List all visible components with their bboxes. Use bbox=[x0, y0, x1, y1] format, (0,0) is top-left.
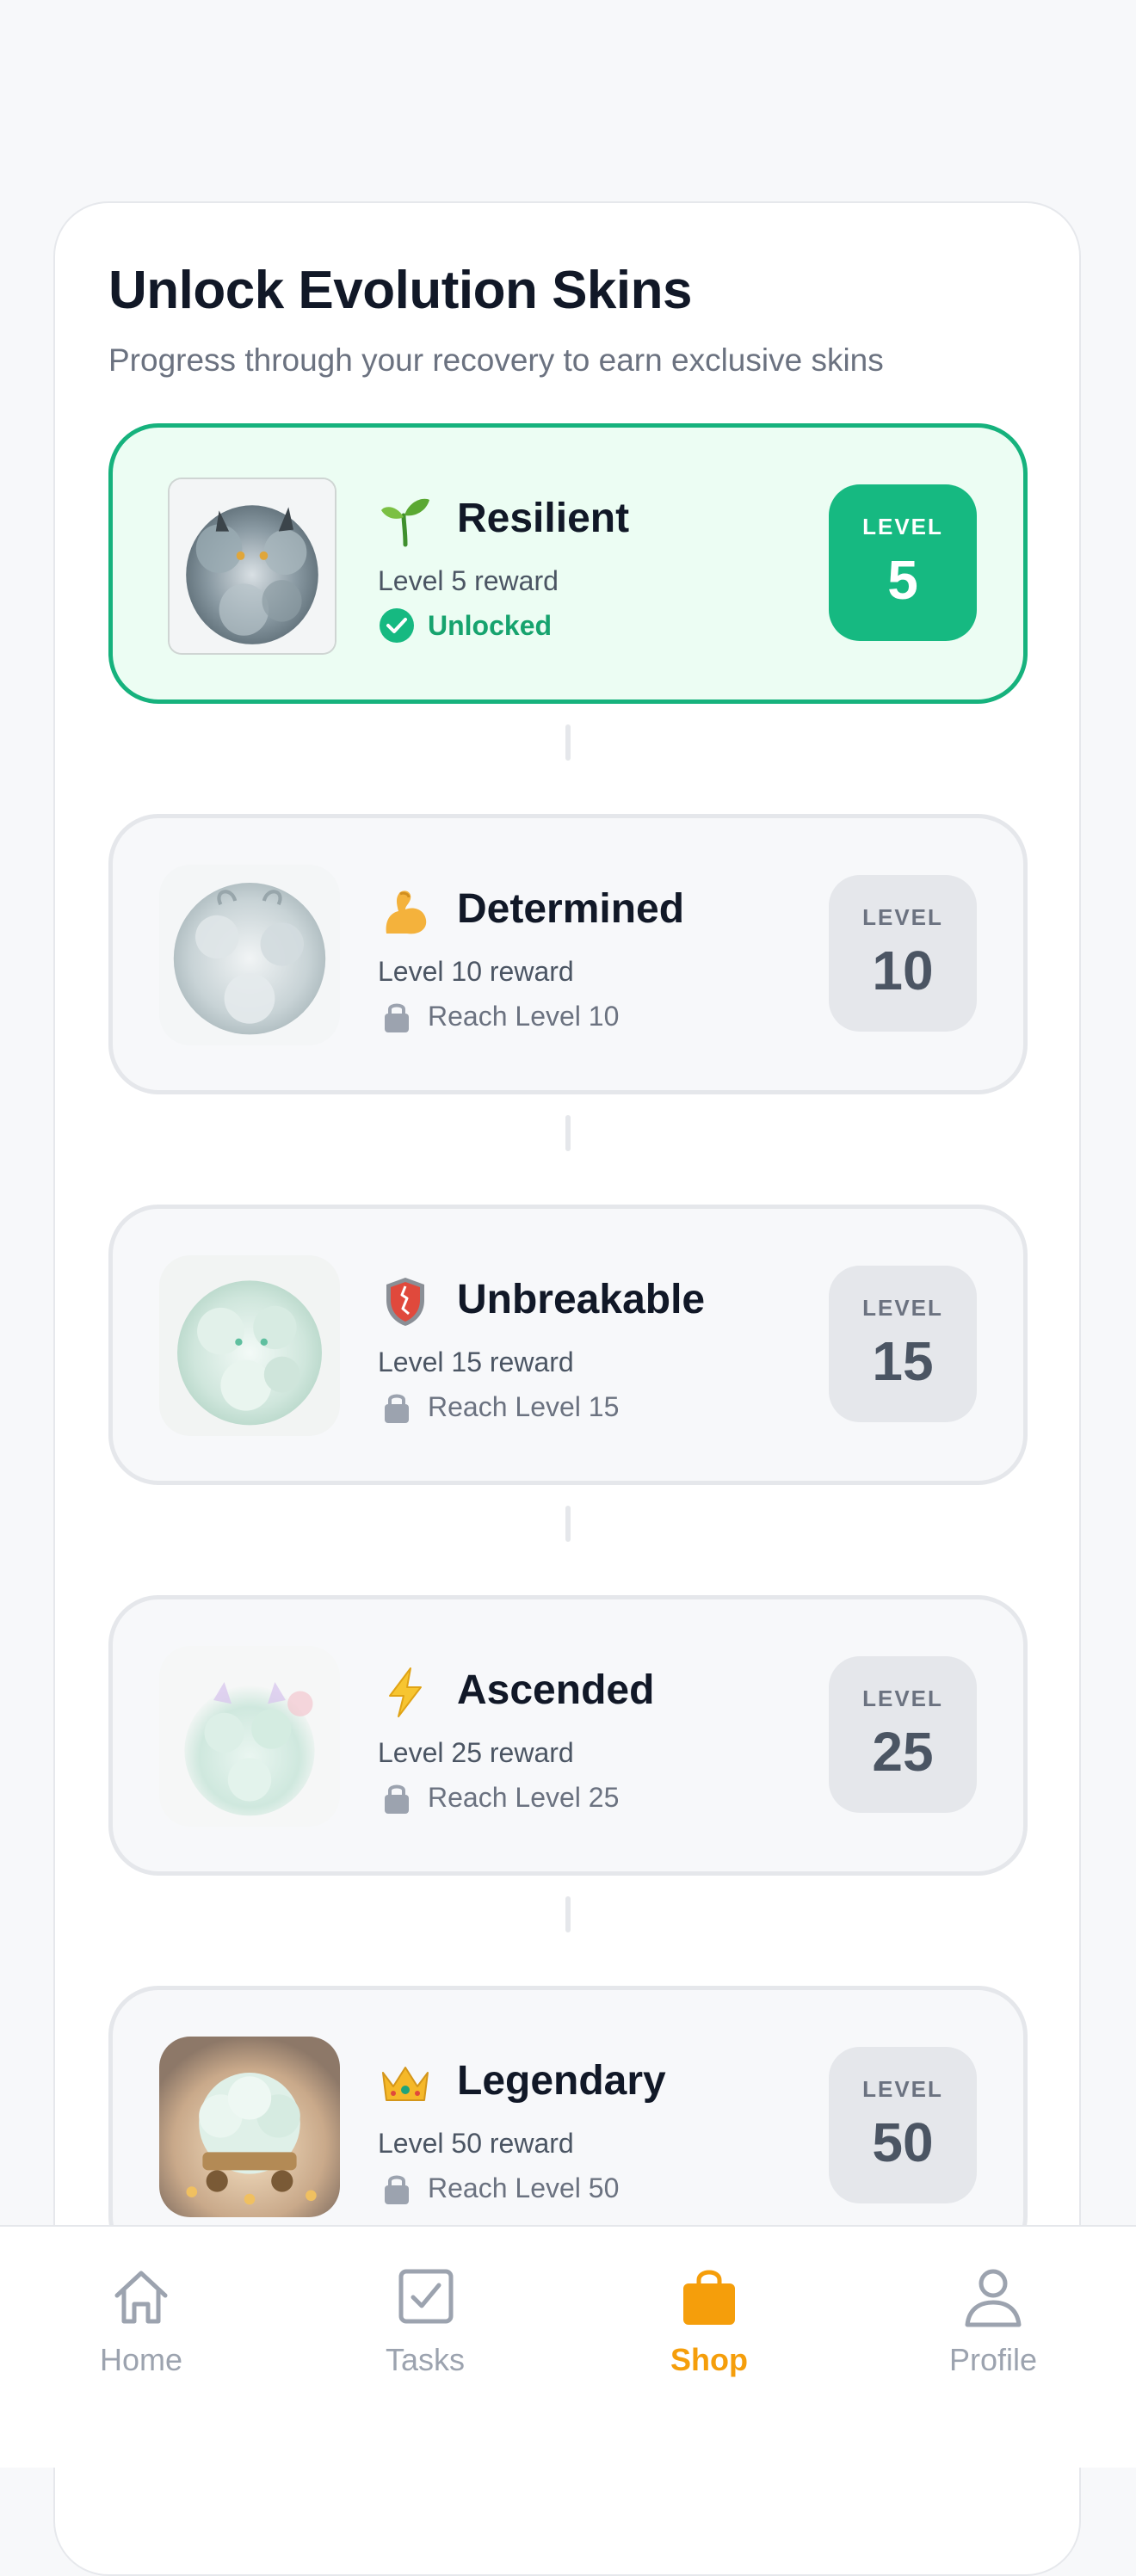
skin-name: Determined bbox=[457, 886, 685, 932]
skin-reward: Level 10 reward bbox=[378, 956, 574, 987]
skin-card-ascended[interactable]: Ascended Level 25 reward Reach Level 25 … bbox=[108, 1595, 1028, 1876]
skin-image-legendary bbox=[159, 2037, 340, 2217]
skin-name: Unbreakable bbox=[457, 1277, 706, 1322]
page-subtitle: Progress through your recovery to earn e… bbox=[108, 342, 884, 378]
skin-status-text: Unlocked bbox=[428, 609, 553, 641]
shield-icon bbox=[378, 1274, 433, 1329]
skin-card-resilient[interactable]: Resilient Level 5 reward Unlocked LEVEL … bbox=[108, 423, 1028, 704]
home-icon bbox=[108, 2265, 174, 2330]
check-circle-icon bbox=[378, 607, 416, 644]
skin-image-determined bbox=[159, 865, 340, 1045]
skin-card-unbreakable[interactable]: Unbreakable Level 15 reward Reach Level … bbox=[108, 1205, 1028, 1485]
nav-shop-label: Shop bbox=[670, 2342, 748, 2377]
skin-reward: Level 50 reward bbox=[378, 2128, 574, 2159]
progress-connector bbox=[565, 1896, 571, 1932]
lock-icon bbox=[378, 997, 416, 1035]
level-badge-label: LEVEL bbox=[862, 2076, 943, 2102]
skin-reward: Level 25 reward bbox=[378, 1737, 574, 1768]
level-badge-label: LEVEL bbox=[862, 904, 943, 930]
nav-tasks-label: Tasks bbox=[385, 2342, 466, 2377]
level-badge-number: 5 bbox=[887, 549, 918, 611]
level-badge: LEVEL 25 bbox=[829, 1656, 977, 1813]
nav-tasks[interactable]: Tasks bbox=[339, 2265, 511, 2378]
level-badge-number: 15 bbox=[872, 1330, 934, 1392]
skin-status-text: Reach Level 15 bbox=[428, 1390, 620, 1422]
nav-shop[interactable]: Shop bbox=[623, 2265, 795, 2378]
skin-reward: Level 5 reward bbox=[378, 565, 559, 596]
lock-icon bbox=[378, 2169, 416, 2207]
nav-home[interactable]: Home bbox=[55, 2265, 227, 2378]
flexed-biceps-icon bbox=[378, 884, 433, 939]
shop-bag-icon bbox=[676, 2265, 742, 2330]
seedling-icon bbox=[378, 493, 433, 548]
level-badge-label: LEVEL bbox=[862, 1295, 943, 1321]
skin-image-resilient bbox=[170, 479, 335, 653]
profile-icon bbox=[960, 2265, 1026, 2330]
level-badge-label: LEVEL bbox=[862, 514, 943, 539]
level-badge: LEVEL 15 bbox=[829, 1266, 977, 1422]
nav-home-label: Home bbox=[99, 2342, 183, 2377]
skin-card-determined[interactable]: Determined Level 10 reward Reach Level 1… bbox=[108, 814, 1028, 1094]
lock-icon bbox=[378, 1778, 416, 1816]
lightning-icon bbox=[378, 1665, 433, 1720]
skin-status-text: Reach Level 50 bbox=[428, 2172, 620, 2203]
lock-icon bbox=[378, 1388, 416, 1426]
skin-image-unbreakable bbox=[159, 1255, 340, 1436]
skin-status-text: Reach Level 10 bbox=[428, 1000, 620, 1032]
bottom-nav: Home Tasks Shop Profile bbox=[0, 2225, 1136, 2468]
skin-status: Reach Level 50 bbox=[378, 2167, 619, 2209]
skin-name: Resilient bbox=[457, 496, 630, 541]
skin-status: Reach Level 10 bbox=[378, 995, 619, 1037]
progress-connector bbox=[565, 1506, 571, 1542]
level-badge: LEVEL 10 bbox=[829, 875, 977, 1032]
level-badge: LEVEL 50 bbox=[829, 2047, 977, 2203]
skin-reward: Level 15 reward bbox=[378, 1347, 574, 1377]
skin-status: Reach Level 25 bbox=[378, 1777, 619, 1818]
level-badge-number: 50 bbox=[872, 2111, 934, 2173]
page-title: Unlock Evolution Skins bbox=[108, 261, 693, 320]
skin-name: Legendary bbox=[457, 2058, 666, 2104]
crown-icon bbox=[378, 2055, 433, 2111]
nav-profile-label: Profile bbox=[948, 2342, 1038, 2377]
level-badge-number: 10 bbox=[872, 940, 934, 1001]
skin-name: Ascended bbox=[457, 1667, 655, 1713]
skin-status: Unlocked bbox=[378, 605, 552, 646]
tasks-icon bbox=[392, 2265, 458, 2330]
skin-status: Reach Level 15 bbox=[378, 1386, 619, 1427]
nav-profile[interactable]: Profile bbox=[907, 2265, 1079, 2378]
level-badge-label: LEVEL bbox=[862, 1685, 943, 1711]
skin-status-text: Reach Level 25 bbox=[428, 1781, 620, 1813]
level-badge: LEVEL 5 bbox=[829, 484, 977, 641]
level-badge-number: 25 bbox=[872, 1721, 934, 1783]
progress-connector bbox=[565, 1115, 571, 1151]
progress-connector bbox=[565, 724, 571, 761]
skin-image-ascended bbox=[159, 1646, 340, 1827]
